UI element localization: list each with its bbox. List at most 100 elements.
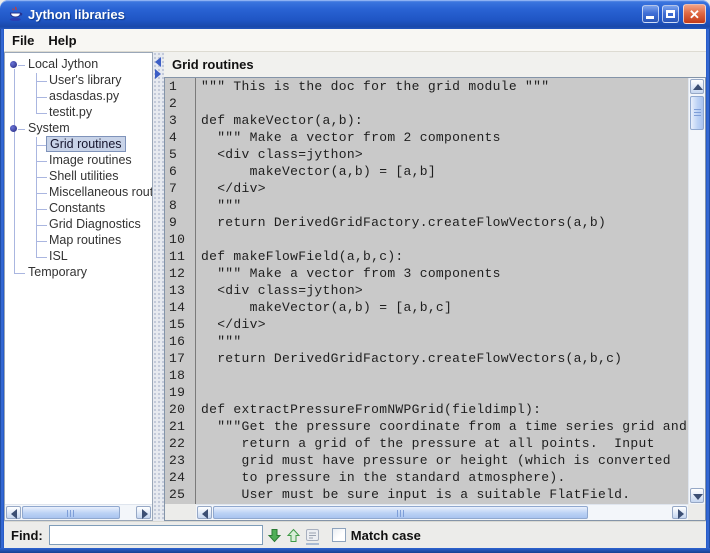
close-icon: ✕ [684,5,705,23]
tree-item-constants[interactable]: Constants [5,201,152,217]
tree-item-label: Map routines [46,233,124,247]
split-divider[interactable] [153,52,164,521]
line-number: 15 [165,316,195,333]
tree-item-label: Temporary [25,265,90,279]
code-line: <div class=jython> [196,146,688,163]
line-number: 16 [165,333,195,350]
tree-item-label: Local Jython [25,57,101,71]
tree-item-testit-py[interactable]: testit.py [5,105,152,121]
line-number: 24 [165,469,195,486]
tree-item-local-jython[interactable]: Local Jython [5,57,152,73]
thumb-grip [67,510,76,517]
code-scroll-pane: 1234567891011121314151617181920212223242… [164,77,706,521]
highlight-all-icon [305,528,320,543]
tree-item-isl[interactable]: ISL [5,249,152,265]
collapse-left-icon[interactable] [155,57,161,67]
tree-item-grid-routines[interactable]: Grid routines [5,137,152,153]
find-previous-button[interactable] [286,528,301,543]
tree-item-grid-diagnostics[interactable]: Grid Diagnostics [5,217,152,233]
tree-item-label: testit.py [46,105,95,119]
menu-help[interactable]: Help [48,33,76,48]
tree-horizontal-scrollbar[interactable] [5,504,152,520]
arrow-right-icon [142,509,148,519]
tree-expand-handle-icon[interactable] [10,125,17,132]
tree-item-shell-utilities[interactable]: Shell utilities [5,169,152,185]
window-title: Jython libraries [28,0,125,29]
arrow-right-icon [678,509,684,519]
close-button[interactable]: ✕ [683,4,706,24]
tree-item-system[interactable]: System [5,121,152,137]
scroll-down-button[interactable] [690,488,704,503]
tree-item-label: User's library [46,73,125,87]
line-number: 20 [165,401,195,418]
minimize-icon [646,16,654,19]
line-number: 19 [165,384,195,401]
minimize-button[interactable] [642,5,659,23]
code-line [196,231,688,248]
highlight-all-button[interactable] [305,528,320,543]
tree-item-label: asdasdas.py [46,89,122,103]
tree-item-temporary[interactable]: Temporary [5,265,152,281]
line-number: 4 [165,129,195,146]
code-line: grid must have pressure or height (which… [196,452,688,469]
line-number: 6 [165,163,195,180]
scrollbar-thumb[interactable] [213,506,588,519]
code-line: """ Make a vector from 3 components [196,265,688,282]
editor-panel: Grid routines 12345678910111213141516171… [164,52,706,521]
tree-item-asdasdas-py[interactable]: asdasdas.py [5,89,152,105]
scroll-right-button[interactable] [136,506,151,519]
code-line: User must be sure input is a suitable Fl… [196,486,688,503]
tree-expand-handle-icon[interactable] [10,61,17,68]
find-input[interactable] [49,525,263,545]
maximize-icon [666,10,675,18]
maximize-button[interactable] [662,5,679,23]
library-tree-panel: Local Jython User's library asdasdas.py tes… [4,52,153,521]
code-editor[interactable]: """ This is the doc for the grid module … [196,78,688,504]
tree-item-label: Image routines [46,153,135,167]
line-number: 11 [165,248,195,265]
title-bar[interactable]: Jython libraries ✕ [0,0,710,29]
code-line: </div> [196,316,688,333]
find-label: Find: [11,528,43,543]
arrow-down-icon [693,494,703,500]
tree-item-label: ISL [46,249,71,263]
tree-connector [18,65,25,66]
tree-item-image-routines[interactable]: Image routines [5,153,152,169]
library-tree[interactable]: Local Jython User's library asdasdas.py tes… [5,53,152,504]
tree-item-miscellaneous-routines[interactable]: Miscellaneous routines [5,185,152,201]
code-line [196,367,688,384]
scrollbar-thumb[interactable] [690,96,704,130]
line-number: 22 [165,435,195,452]
menu-file[interactable]: File [12,33,34,48]
code-line: def makeVector(a,b): [196,112,688,129]
tree-item-label: Grid Diagnostics [46,217,144,231]
thumb-grip [694,109,701,118]
scroll-left-button[interactable] [197,506,212,519]
line-number: 1 [165,78,195,95]
tree-item-label: Grid routines [46,136,126,152]
menu-bar: File Help [4,29,706,52]
arrow-left-icon [11,509,17,519]
code-line: makeVector(a,b) = [a,b] [196,163,688,180]
tree-item-map-routines[interactable]: Map routines [5,233,152,249]
find-next-icon [267,528,282,543]
code-line: """ This is the doc for the grid module … [196,78,688,95]
code-line: return DerivedGridFactory.createFlowVect… [196,214,688,231]
scroll-left-button[interactable] [6,506,21,519]
code-horizontal-scrollbar[interactable] [196,504,688,520]
line-number-gutter: 1234567891011121314151617181920212223242… [165,78,196,504]
find-next-button[interactable] [267,528,282,543]
code-line: """ [196,333,688,350]
match-case-checkbox[interactable] [332,528,346,542]
window-border [0,29,4,553]
java-cup-icon [7,6,24,23]
line-number: 21 [165,418,195,435]
tree-item-user-s-library[interactable]: User's library [5,73,152,89]
scroll-up-button[interactable] [690,79,704,94]
scroll-corner [165,504,196,520]
collapse-right-icon[interactable] [155,69,161,79]
scroll-right-button[interactable] [672,506,687,519]
code-line: to pressure in the standard atmosphere). [196,469,688,486]
scrollbar-thumb[interactable] [22,506,120,519]
code-vertical-scrollbar[interactable] [688,78,705,504]
